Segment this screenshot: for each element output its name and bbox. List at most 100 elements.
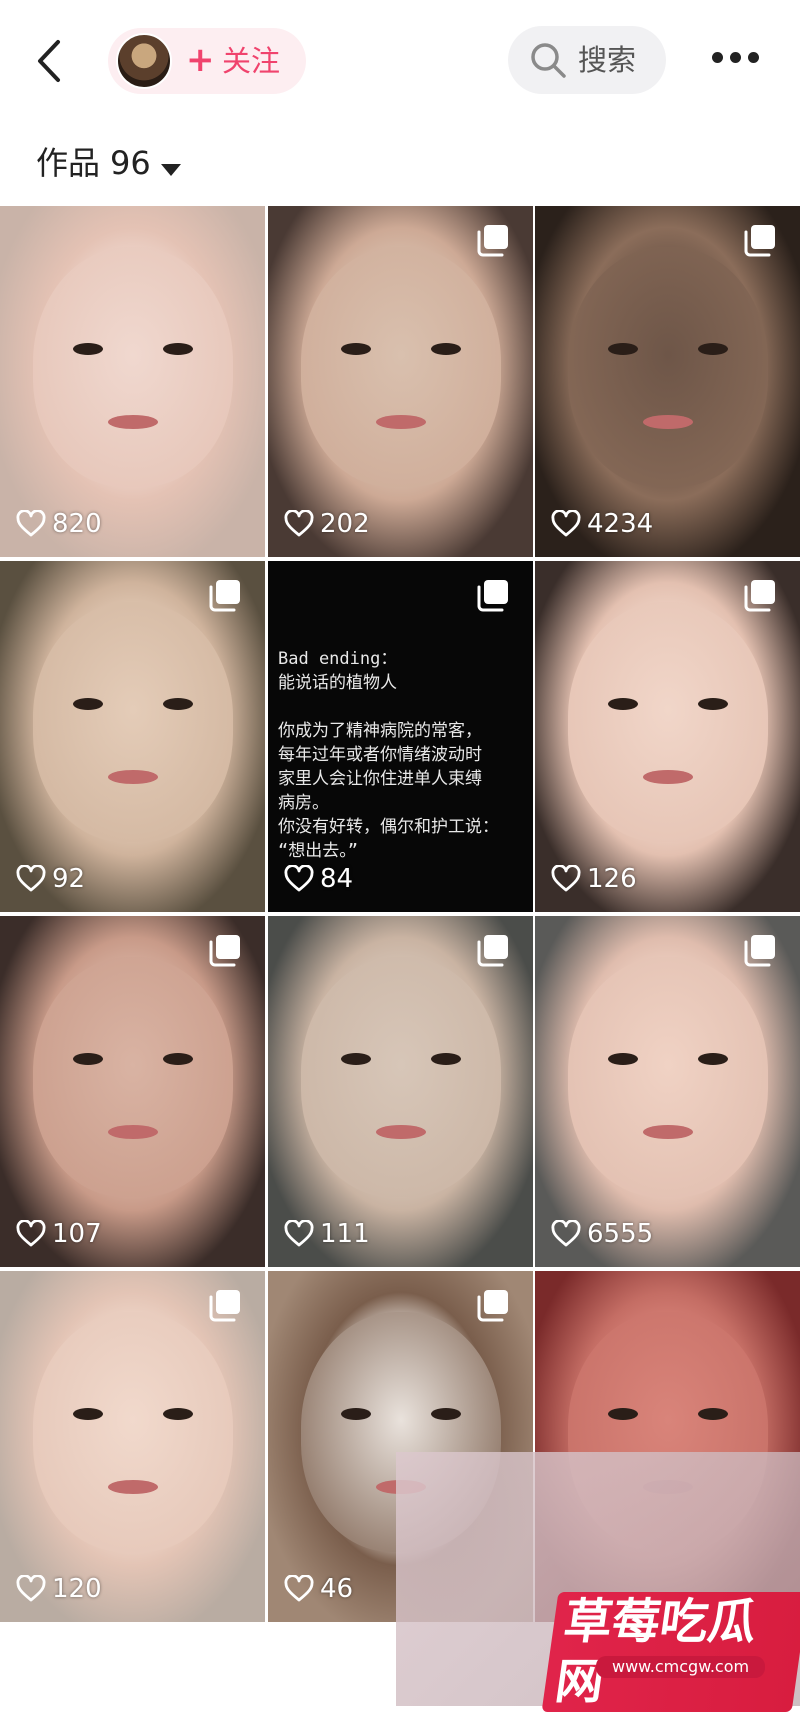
watermark-url: www.cmcgw.com	[596, 1656, 766, 1678]
like-count-row: 4234	[551, 507, 653, 541]
multi-image-icon	[744, 225, 775, 257]
heart-outline-icon	[16, 1575, 46, 1602]
top-bar: + 关注 搜索	[0, 0, 800, 122]
like-count-row: 126	[551, 862, 637, 896]
plus-icon: +	[186, 40, 215, 80]
search-label: 搜索	[578, 43, 637, 77]
photo-detail	[642, 415, 693, 430]
heart-outline-icon	[551, 865, 581, 892]
heart-outline-icon	[284, 1575, 314, 1602]
like-count: 111	[320, 1219, 370, 1249]
photo-subject	[32, 247, 233, 488]
grid-post[interactable]: Bad ending： 能说话的植物人 你成为了精神病院的常客， 每年过年或者你情绪波…	[268, 561, 533, 912]
more-dots-icon	[712, 52, 723, 63]
like-count: 107	[52, 1219, 102, 1249]
works-count: 96	[110, 144, 151, 182]
photo-subject	[567, 602, 768, 843]
like-count-row: 6555	[551, 1217, 653, 1251]
photo-subject	[300, 247, 501, 488]
multi-image-icon	[744, 580, 775, 612]
grid-post[interactable]: 4234	[535, 206, 800, 557]
post-thumbnail	[535, 561, 800, 912]
like-count: 84	[320, 864, 354, 894]
heart-outline-icon	[284, 1220, 314, 1247]
grid-post[interactable]: 126	[535, 561, 800, 912]
more-button[interactable]	[712, 46, 760, 70]
post-text-line: 能说话的植物人	[278, 673, 397, 693]
heart-outline-icon	[16, 510, 46, 537]
like-count: 92	[52, 864, 86, 894]
photo-detail	[340, 1408, 461, 1422]
photo-subject	[300, 957, 501, 1198]
search-icon	[531, 43, 566, 78]
grid-post[interactable]: 107	[0, 916, 265, 1267]
heart-outline-icon	[551, 510, 581, 537]
grid-post[interactable]: 202	[268, 206, 533, 557]
like-count: 46	[320, 1574, 354, 1604]
post-text-line	[278, 695, 525, 719]
photo-detail	[340, 1053, 461, 1067]
post-thumbnail	[268, 916, 533, 1267]
multi-image-icon	[209, 1290, 240, 1322]
photo-detail	[642, 770, 693, 785]
post-text-line: 你没有好转，偶尔和护工说：	[278, 817, 499, 837]
heart-outline-icon	[284, 865, 314, 892]
heart-outline-icon	[551, 1220, 581, 1247]
chevron-left-icon	[38, 40, 60, 82]
heart-outline-icon	[284, 510, 314, 537]
photo-detail	[607, 698, 728, 712]
photo-subject	[32, 1312, 233, 1553]
like-count: 202	[320, 509, 370, 539]
follow-label: 关注	[222, 44, 281, 78]
grid-post[interactable]: 111	[268, 916, 533, 1267]
grid-post[interactable]: 820	[0, 206, 265, 557]
multi-image-icon	[209, 580, 240, 612]
photo-detail	[72, 1053, 193, 1067]
grid-post[interactable]: 120	[0, 1271, 265, 1622]
post-text-line: 每年过年或者你情绪波动时	[278, 745, 482, 765]
photo-subject	[567, 247, 768, 488]
like-count: 6555	[587, 1219, 654, 1249]
like-count-row: 111	[284, 1217, 370, 1251]
like-count: 120	[52, 1574, 102, 1604]
post-thumbnail	[268, 206, 533, 557]
like-count-row: 92	[16, 862, 85, 896]
photo-subject	[32, 957, 233, 1198]
like-count-row: 107	[16, 1217, 102, 1251]
post-text-line: Bad ending：	[278, 649, 398, 669]
search-button[interactable]: 搜索	[508, 26, 666, 94]
multi-image-icon	[477, 225, 508, 257]
back-button[interactable]	[30, 36, 70, 86]
photo-detail	[107, 1125, 158, 1140]
like-count: 126	[587, 864, 637, 894]
avatar[interactable]	[116, 33, 172, 89]
multi-image-icon	[477, 935, 508, 967]
works-label: 作品	[36, 144, 101, 182]
heart-outline-icon	[16, 1220, 46, 1247]
photo-detail	[72, 1408, 193, 1422]
photo-subject	[567, 957, 768, 1198]
photo-detail	[607, 1408, 728, 1422]
grid-post[interactable]: 6555	[535, 916, 800, 1267]
heart-outline-icon	[16, 865, 46, 892]
photo-detail	[72, 343, 193, 357]
photo-detail	[375, 415, 426, 430]
caret-down-icon	[160, 163, 181, 176]
photo-detail	[607, 343, 728, 357]
post-thumbnail	[0, 206, 265, 557]
works-filter[interactable]: 作品 96	[36, 140, 181, 190]
grid-post[interactable]: 92	[0, 561, 265, 912]
post-thumbnail	[0, 561, 265, 912]
post-thumbnail	[535, 206, 800, 557]
photo-detail	[107, 1480, 158, 1495]
follow-button[interactable]: + 关注	[108, 28, 306, 94]
multi-image-icon	[744, 935, 775, 967]
photo-detail	[72, 698, 193, 712]
watermark-logo: 草莓吃瓜网	[541, 1592, 800, 1712]
post-text-line: 家里人会让你住进单人束缚	[278, 769, 482, 789]
post-text: Bad ending： 能说话的植物人 你成为了精神病院的常客， 每年过年或者你情绪波…	[278, 647, 525, 863]
like-count-row: 46	[284, 1572, 353, 1606]
photo-detail	[340, 343, 461, 357]
post-thumbnail	[0, 916, 265, 1267]
like-count: 820	[52, 509, 102, 539]
